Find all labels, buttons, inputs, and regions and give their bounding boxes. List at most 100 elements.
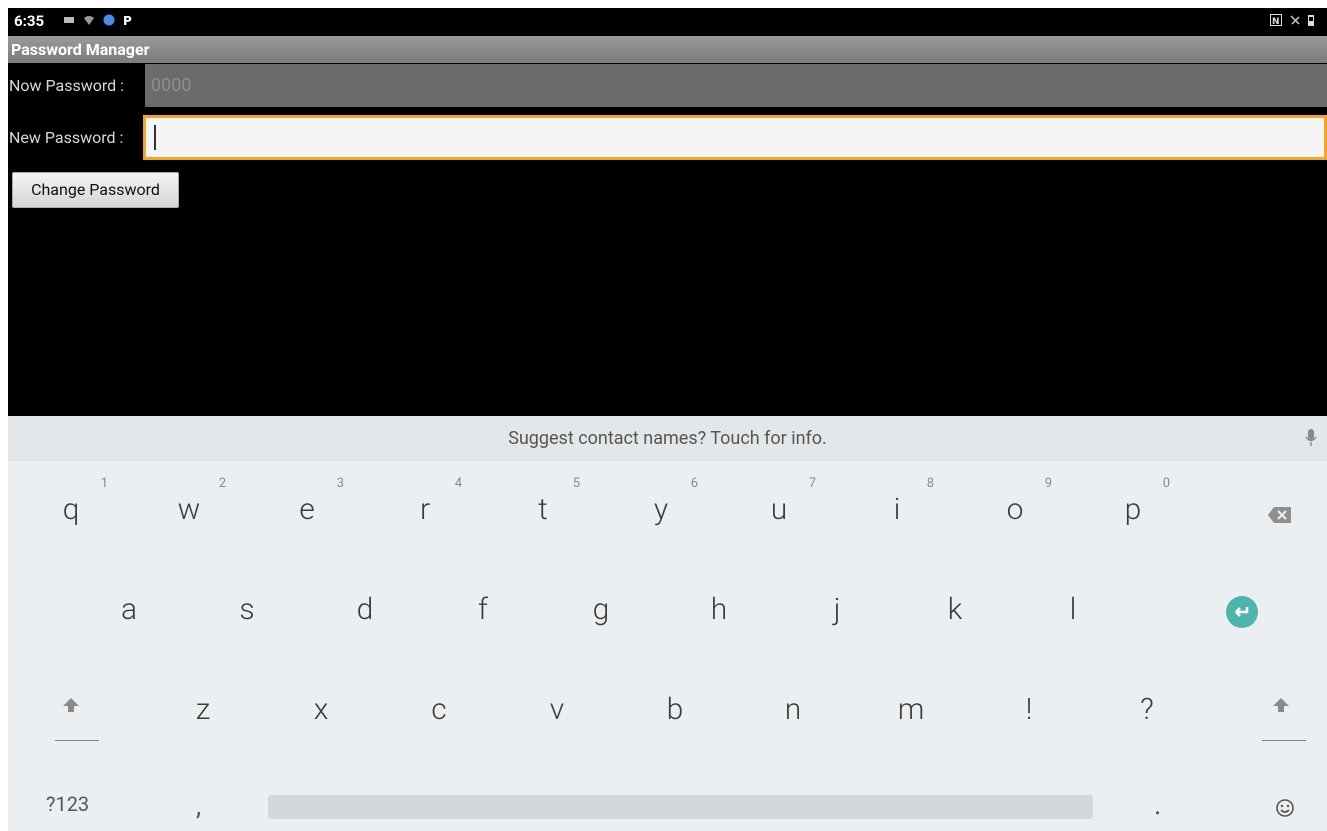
key-exclamation[interactable]: ! <box>984 666 1074 756</box>
key-n-label: n <box>784 692 802 727</box>
svg-text:N: N <box>1272 17 1280 26</box>
suggestion-strip[interactable]: Suggest contact names? Touch for info. <box>8 416 1327 461</box>
key-w-label: w <box>177 492 201 527</box>
key-m-label: m <box>897 692 925 727</box>
key-o-hint: 9 <box>1044 476 1052 491</box>
message-icon <box>64 17 74 23</box>
key-z[interactable]: z <box>158 666 248 756</box>
change-password-button[interactable]: Change Password <box>12 172 179 208</box>
key-c-label: c <box>431 692 447 727</box>
key-a[interactable]: a <box>84 566 174 656</box>
key-r[interactable]: r4 <box>380 466 470 556</box>
key-w[interactable]: w2 <box>144 466 234 556</box>
key-n[interactable]: n <box>748 666 838 756</box>
key-l[interactable]: l <box>1028 566 1118 656</box>
shift-left-underline <box>55 740 99 741</box>
key-i-hint: 8 <box>926 476 934 491</box>
key-v-label: v <box>549 692 565 727</box>
new-password-field[interactable] <box>143 115 1327 160</box>
key-e-label: e <box>299 492 315 527</box>
key-t[interactable]: t5 <box>498 466 588 556</box>
key-c[interactable]: c <box>394 666 484 756</box>
key-d[interactable]: d <box>320 566 410 656</box>
key-o[interactable]: o9 <box>970 466 1060 556</box>
key-f[interactable]: f <box>438 566 528 656</box>
key-w-hint: 2 <box>218 476 226 491</box>
status-bar: 6:35 P N <box>8 8 1327 35</box>
backspace-icon[interactable] <box>1267 505 1293 525</box>
svg-text:P: P <box>123 14 132 26</box>
now-password-label: Now Password : <box>9 76 125 95</box>
key-p-hint: 0 <box>1162 476 1170 491</box>
key-y-label: y <box>653 492 669 527</box>
key-u-label: u <box>770 492 788 527</box>
microphone-icon[interactable] <box>1305 428 1317 448</box>
key-l-label: l <box>1069 592 1077 627</box>
key-b-label: b <box>666 692 684 727</box>
battery-icon <box>1308 15 1314 26</box>
key-x[interactable]: x <box>276 666 366 756</box>
key-g-label: g <box>592 592 610 627</box>
key-exclamation-label: ! <box>1025 692 1033 727</box>
key-h-label: h <box>710 592 728 627</box>
now-password-row: Now Password : 0000 <box>8 64 1327 107</box>
key-e-hint: 3 <box>336 476 344 491</box>
key-i[interactable]: i8 <box>852 466 942 556</box>
key-u-hint: 7 <box>808 476 816 491</box>
new-password-label: New Password : <box>9 128 124 147</box>
key-question-label: ? <box>1140 692 1154 727</box>
key-m[interactable]: m <box>866 666 956 756</box>
key-r-hint: 4 <box>454 476 462 491</box>
comma-key[interactable]: , <box>196 792 201 822</box>
key-d-label: d <box>356 592 374 627</box>
key-k-label: k <box>947 592 963 627</box>
key-e[interactable]: e3 <box>262 466 352 556</box>
spacebar[interactable] <box>268 795 1093 819</box>
key-u[interactable]: u7 <box>734 466 824 556</box>
key-p[interactable]: p0 <box>1088 466 1178 556</box>
vibrate-off-icon <box>1290 15 1300 25</box>
key-o-label: o <box>1006 492 1024 527</box>
key-g[interactable]: g <box>556 566 646 656</box>
now-password-field[interactable]: 0000 <box>145 64 1327 107</box>
key-s-label: s <box>239 592 255 627</box>
key-z-label: z <box>195 692 211 727</box>
shift-right-underline <box>1262 740 1306 741</box>
text-caret <box>154 125 156 150</box>
key-t-label: t <box>538 492 548 527</box>
soft-keyboard: Suggest contact names? Touch for info. ?… <box>8 416 1327 831</box>
key-i-label: i <box>893 492 901 527</box>
key-q[interactable]: q1 <box>26 466 116 556</box>
key-q-label: q <box>62 492 80 527</box>
key-b[interactable]: b <box>630 666 720 756</box>
period-key[interactable]: . <box>1154 788 1161 821</box>
enter-icon[interactable] <box>1226 596 1258 628</box>
key-j-label: j <box>833 592 841 627</box>
key-y[interactable]: y6 <box>616 466 706 556</box>
key-h[interactable]: h <box>674 566 764 656</box>
status-time: 6:35 <box>14 12 45 30</box>
app-screen: 6:35 P N Password Manager Now Password :… <box>8 8 1327 831</box>
key-q-hint: 1 <box>100 476 108 491</box>
wifi-icon <box>84 16 94 25</box>
key-y-hint: 6 <box>690 476 698 491</box>
browser-icon <box>103 14 115 26</box>
parking-icon: P <box>123 14 132 26</box>
emoji-icon[interactable] <box>1275 798 1295 818</box>
key-v[interactable]: v <box>512 666 602 756</box>
key-question[interactable]: ? <box>1102 666 1192 756</box>
nfc-icon: N <box>1270 14 1282 26</box>
symbols-key[interactable]: ?123 <box>46 792 89 816</box>
shift-left-icon[interactable] <box>61 697 81 713</box>
key-k[interactable]: k <box>910 566 1000 656</box>
key-j[interactable]: j <box>792 566 882 656</box>
key-a-label: a <box>120 592 138 627</box>
key-s[interactable]: s <box>202 566 292 656</box>
app-title: Password Manager <box>8 36 1327 63</box>
key-r-label: r <box>419 492 431 527</box>
key-x-label: x <box>313 692 329 727</box>
key-t-hint: 5 <box>572 476 580 491</box>
new-password-row: New Password : <box>8 115 1327 160</box>
shift-right-icon[interactable] <box>1271 697 1291 713</box>
suggestion-text: Suggest contact names? Touch for info. <box>508 428 827 449</box>
